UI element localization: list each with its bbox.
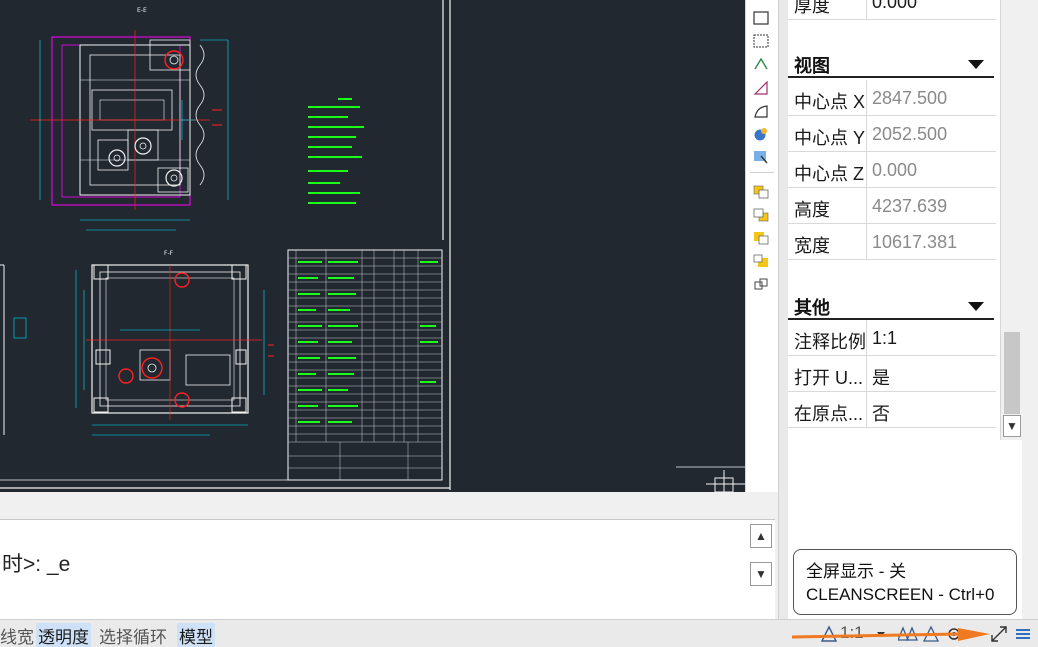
cad-drawing: E-E F-F — [0, 0, 745, 492]
view-ff — [0, 264, 274, 436]
collapse-caret-icon[interactable] — [968, 302, 984, 311]
section-header-other[interactable]: 其他 — [788, 290, 994, 320]
clean-screen-icon[interactable] — [990, 624, 1008, 644]
bill-of-materials-table — [287, 249, 443, 481]
prop-row-ucs-on: 打开 U... 是 — [788, 356, 996, 392]
prop-label: 打开 U... — [794, 368, 864, 388]
status-model[interactable]: 模型 — [177, 623, 215, 647]
prop-value[interactable]: 2052.500 — [872, 124, 947, 145]
prop-row-thickness: 厚度 0.000 — [788, 0, 996, 20]
layer-up-icon[interactable] — [752, 184, 770, 200]
prop-label: 中心点 Z — [794, 164, 864, 184]
prop-value[interactable]: 10617.381 — [872, 232, 957, 253]
prop-label: 中心点 X — [794, 92, 866, 112]
color-wheel-icon[interactable] — [752, 126, 770, 142]
shape-icon[interactable] — [752, 103, 770, 119]
properties-scrollbar[interactable]: ▼ — [1000, 0, 1022, 440]
cad-window: E-E F-F 厚度 0.000 视图 中心点 X 2847.500 中心点 Y… — [0, 0, 1038, 647]
prop-value[interactable]: 是 — [872, 364, 890, 390]
prop-row-center-y: 中心点 Y 2052.500 — [788, 116, 996, 152]
prop-value[interactable]: 否 — [872, 400, 890, 426]
status-selection-cycling[interactable]: 选择循环 — [99, 623, 167, 647]
clean-screen-tooltip: 全屏显示 - 关 CLEANSCREEN - Ctrl+0 — [793, 549, 1017, 615]
scroll-up-button[interactable]: ▲ — [750, 524, 772, 548]
prop-label: 高度 — [794, 200, 830, 220]
section-header-view[interactable]: 视图 — [788, 48, 994, 78]
scrollbar-thumb[interactable] — [1004, 332, 1020, 414]
tooltip-shortcut: CLEANSCREEN - Ctrl+0 — [806, 585, 995, 604]
select-window-icon[interactable] — [752, 33, 770, 49]
status-lineweight[interactable]: 线宽 — [0, 623, 34, 647]
scroll-down-button[interactable]: ▼ — [750, 562, 772, 586]
triangle-icon[interactable] — [752, 80, 770, 96]
annotation-arrow — [790, 628, 1000, 647]
prop-label: 注释比例 — [794, 332, 866, 352]
status-transparency[interactable]: 透明度 — [36, 623, 91, 647]
customize-menu-icon[interactable] — [1015, 624, 1031, 644]
section-title: 视图 — [794, 56, 830, 76]
panel-divider[interactable] — [778, 0, 788, 620]
prop-value[interactable]: 4237.639 — [872, 196, 947, 217]
properties-panel: 厚度 0.000 视图 中心点 X 2847.500 中心点 Y 2052.50… — [788, 0, 1000, 440]
technical-notes — [308, 98, 364, 204]
drawing-canvas[interactable]: E-E F-F — [0, 0, 745, 492]
quick-select-icon[interactable] — [752, 149, 770, 165]
send-back-icon[interactable] — [752, 253, 770, 269]
prop-value[interactable]: 2847.500 — [872, 88, 947, 109]
prop-row-height: 高度 4237.639 — [788, 188, 996, 224]
status-bar: 线宽 透明度 选择循环 模型 1:1 — [0, 619, 1038, 647]
prop-label: 宽度 — [794, 236, 830, 256]
prop-row-center-z: 中心点 Z 0.000 — [788, 152, 996, 188]
prop-row-center-x: 中心点 X 2847.500 — [788, 80, 996, 116]
collapse-caret-icon[interactable] — [968, 60, 984, 69]
view-label-ee: E-E — [137, 7, 147, 14]
scroll-down-button[interactable]: ▼ — [1003, 415, 1021, 437]
prop-row-width: 宽度 10617.381 — [788, 224, 996, 260]
layer-down-icon[interactable] — [752, 207, 770, 223]
command-prompt-text: 时>: _e — [2, 553, 71, 576]
prop-label: 厚度 — [794, 0, 830, 16]
prop-label: 在原点... — [794, 404, 864, 424]
prop-value[interactable]: 0.000 — [872, 0, 917, 13]
view-ee — [30, 30, 229, 231]
command-scroll: ▲ ▼ — [750, 524, 772, 586]
prop-row-annotation-scale: 注释比例 1:1 — [788, 320, 996, 356]
tooltip-title: 全屏显示 - 关 — [806, 562, 907, 581]
group-icon[interactable] — [752, 276, 770, 292]
view-label-ff: F-F — [164, 250, 174, 257]
section-title: 其他 — [794, 298, 830, 318]
prop-value[interactable]: 1:1 — [872, 328, 897, 349]
bring-front-icon[interactable] — [752, 230, 770, 246]
prop-label: 中心点 Y — [794, 128, 866, 148]
prop-row-at-origin: 在原点... 否 — [788, 392, 996, 428]
toolstrip — [745, 0, 778, 492]
prop-value[interactable]: 0.000 — [872, 160, 917, 181]
command-history[interactable]: 时>: _e ▲ ▼ — [0, 519, 775, 619]
rectangle-tool-icon[interactable] — [752, 10, 770, 26]
lasso-icon[interactable] — [752, 56, 770, 72]
